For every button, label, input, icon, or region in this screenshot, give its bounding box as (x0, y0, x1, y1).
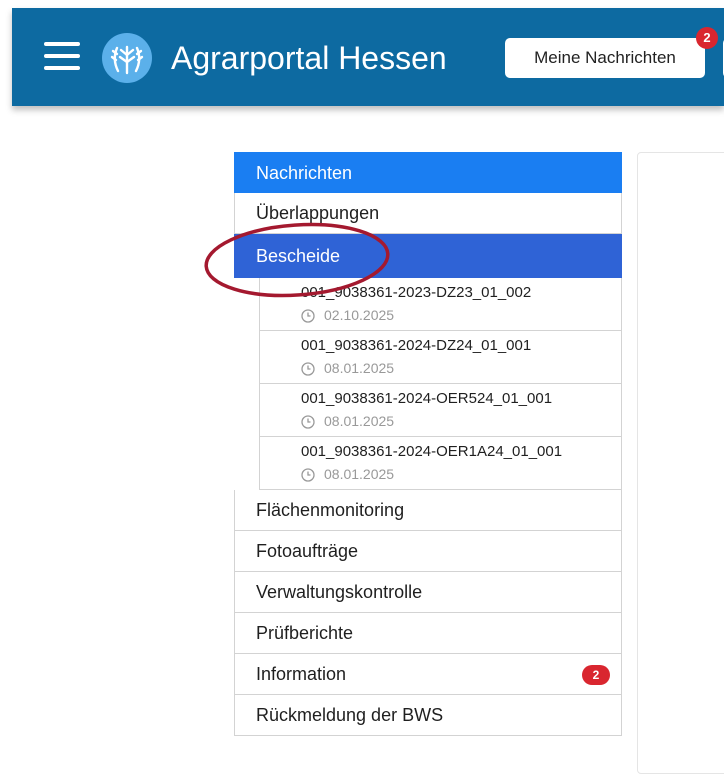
bescheid-title: 001_9038361-2024-OER1A24_01_001 (301, 443, 563, 460)
nav-item-rueckmeldung[interactable]: Rückmeldung der BWS (234, 695, 622, 736)
bescheid-item[interactable]: 001_9038361-2023-DZ23_01_002 02.10.2025 (259, 278, 622, 331)
sidebar-nav: Nachrichten Überlappungen Bescheide 001_… (234, 152, 622, 736)
content-panel (637, 152, 724, 774)
top-strip (0, 0, 724, 8)
hamburger-menu-icon[interactable] (44, 41, 80, 71)
bescheid-title: 001_9038361-2024-OER524_01_001 (301, 390, 553, 407)
nav-item-label: Flächenmonitoring (256, 500, 405, 520)
nav-item-label: Fotoaufträge (256, 541, 359, 561)
bescheid-date: 08.01.2025 (324, 466, 395, 482)
bescheid-date: 08.01.2025 (324, 413, 395, 429)
nav-item-fotoauftraege[interactable]: Fotoaufträge (234, 531, 622, 572)
nav-item-label: Nachrichten (256, 163, 353, 183)
clock-icon (301, 468, 315, 482)
app-header: Agrarportal Hessen Meine Nachrichten 2 (12, 8, 724, 106)
nav-item-nachrichten[interactable]: Nachrichten (234, 152, 622, 193)
nav-item-bescheide[interactable]: Bescheide (234, 234, 622, 278)
clock-icon (301, 362, 315, 376)
bescheid-item[interactable]: 001_9038361-2024-DZ24_01_001 08.01.2025 (259, 331, 622, 384)
nav-item-label: Prüfberichte (256, 623, 354, 643)
wheat-logo-icon (102, 33, 152, 83)
bescheid-date: 02.10.2025 (324, 307, 395, 323)
my-messages-button[interactable]: Meine Nachrichten (505, 38, 705, 78)
nav-item-label: Verwaltungskontrolle (256, 582, 423, 602)
bescheid-title: 001_9038361-2024-DZ24_01_001 (301, 337, 532, 354)
nav-item-ueberlappungen[interactable]: Überlappungen (234, 193, 622, 234)
bescheid-date: 08.01.2025 (324, 360, 395, 376)
nav-item-verwaltungskontrolle[interactable]: Verwaltungskontrolle (234, 572, 622, 613)
clock-icon (301, 309, 315, 323)
nav-item-flaechenmonitoring[interactable]: Flächenmonitoring (234, 490, 622, 531)
nav-item-pruefberichte[interactable]: Prüfberichte (234, 613, 622, 654)
information-count-badge: 2 (582, 665, 610, 685)
nav-item-information[interactable]: Information 2 (234, 654, 622, 695)
nav-item-label: Rückmeldung der BWS (256, 705, 444, 725)
nav-item-label: Bescheide (256, 246, 341, 266)
nav-item-label: Überlappungen (256, 203, 380, 223)
app-title[interactable]: Agrarportal Hessen (171, 38, 447, 78)
messages-count-badge: 2 (696, 27, 718, 49)
bescheid-item[interactable]: 001_9038361-2024-OER1A24_01_001 08.01.20… (259, 437, 622, 490)
nav-item-label: Information (256, 664, 347, 684)
bescheid-title: 001_9038361-2023-DZ23_01_002 (301, 284, 532, 301)
bescheid-item[interactable]: 001_9038361-2024-OER524_01_001 08.01.202… (259, 384, 622, 437)
clock-icon (301, 415, 315, 429)
